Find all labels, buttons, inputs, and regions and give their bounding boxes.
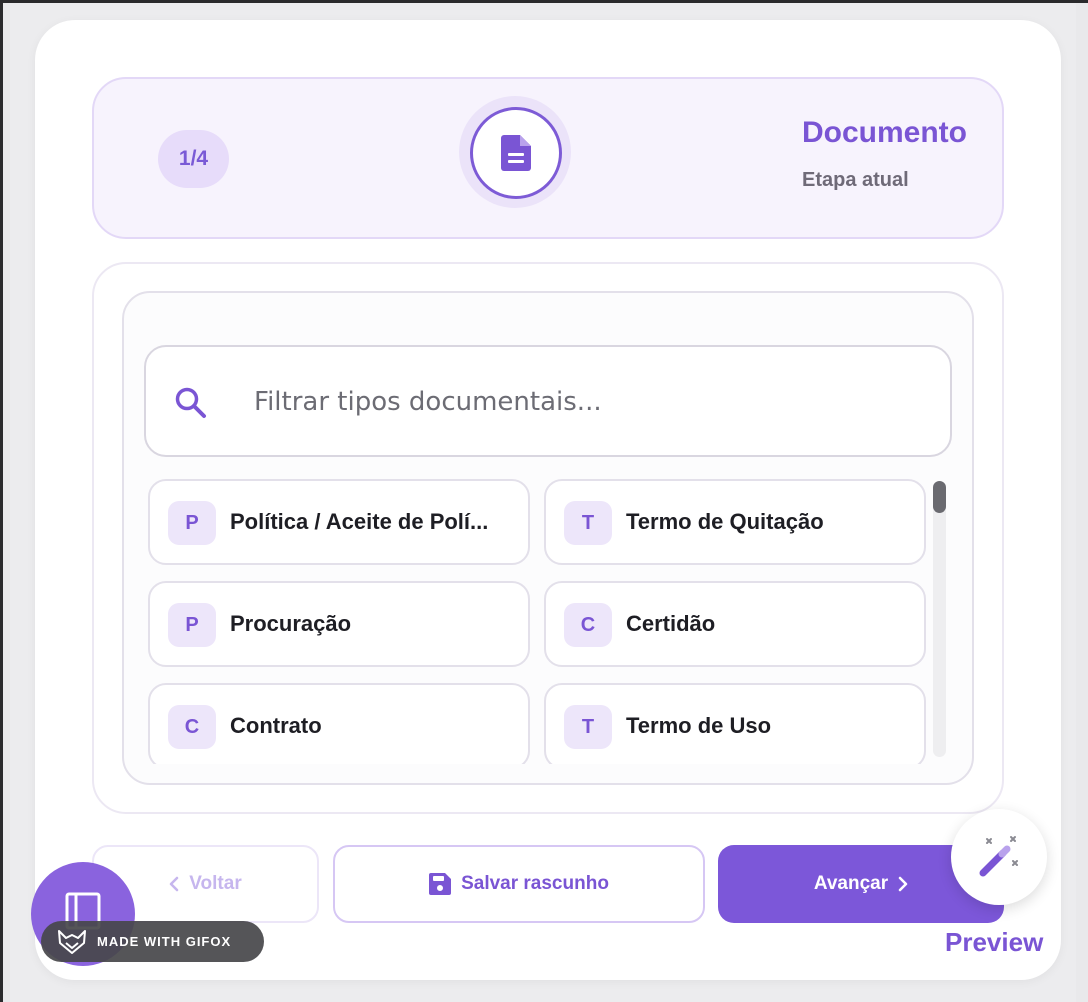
document-type-letter: P: [168, 501, 216, 545]
step-icon-circle: [470, 107, 562, 199]
save-draft-button[interactable]: Salvar rascunho: [333, 845, 705, 923]
document-type-item[interactable]: T Termo de Uso: [544, 683, 926, 764]
list-scrollbar-track[interactable]: [933, 481, 946, 757]
step-subtitle: Etapa atual: [802, 169, 909, 191]
preview-label[interactable]: Preview: [945, 927, 1043, 958]
step-title: Documento: [802, 116, 967, 149]
document-type-item[interactable]: T Termo de Quitação: [544, 479, 926, 565]
gifox-watermark: MADE WITH GIFOX: [41, 921, 264, 962]
chevron-left-icon: [170, 876, 179, 892]
floppy-disk-icon: [429, 873, 452, 895]
search-icon: [175, 387, 206, 418]
fox-logo-icon: [58, 929, 86, 954]
document-type-letter: C: [168, 705, 216, 749]
document-icon: [501, 135, 531, 171]
document-type-item[interactable]: C Certidão: [544, 581, 926, 667]
document-type-item[interactable]: P Política / Aceite de Polí...: [148, 479, 530, 565]
document-type-label: Procuração: [230, 611, 352, 636]
watermark-text: MADE WITH GIFOX: [97, 934, 232, 949]
document-type-letter: P: [168, 603, 216, 647]
back-button-label: Voltar: [189, 873, 242, 894]
document-type-letter: C: [564, 603, 612, 647]
save-draft-label: Salvar rascunho: [461, 873, 609, 894]
magic-wand-icon: [979, 836, 1018, 877]
list-scrollbar-thumb[interactable]: [933, 481, 946, 513]
document-type-label: Contrato: [230, 713, 322, 738]
document-type-label: Termo de Quitação: [626, 509, 824, 534]
next-button-label: Avançar: [813, 873, 889, 894]
search-input[interactable]: [254, 378, 904, 426]
document-type-item[interactable]: C Contrato: [148, 683, 530, 764]
window-left-edge: [0, 0, 3, 1002]
document-type-label: Termo de Uso: [626, 713, 772, 738]
chevron-right-icon: [898, 876, 908, 892]
document-type-letter: T: [564, 705, 612, 749]
document-type-label: Política / Aceite de Polí...: [230, 509, 489, 534]
magic-wand-button[interactable]: [951, 809, 1047, 905]
document-type-grid: P Política / Aceite de Polí... T Termo d…: [144, 476, 952, 764]
step-indicator: 1/4: [158, 130, 229, 188]
document-type-letter: T: [564, 501, 612, 545]
document-type-item[interactable]: P Procuração: [148, 581, 530, 667]
document-type-label: Certidão: [626, 611, 716, 636]
